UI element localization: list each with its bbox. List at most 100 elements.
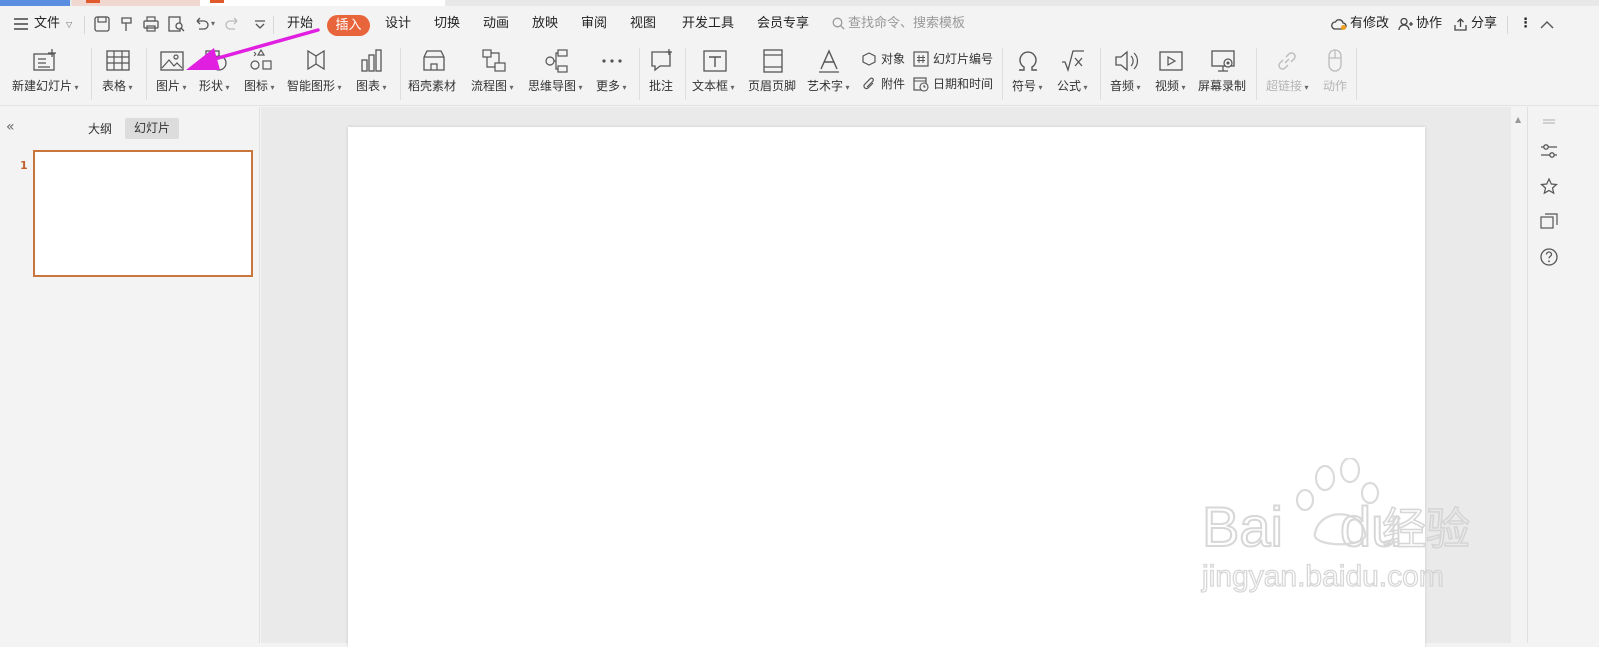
audio-button[interactable]: 音频 ▾: [1106, 42, 1146, 106]
tab-animations[interactable]: 动画: [483, 6, 509, 42]
divider: [84, 16, 85, 34]
tab-member[interactable]: 会员专享: [757, 6, 809, 42]
symbol-label: 符号 ▾: [1012, 79, 1043, 93]
save-icon[interactable]: [93, 15, 111, 33]
user-add-icon: [1398, 17, 1413, 31]
more-label: 更多 ▾: [596, 79, 627, 93]
icon-button[interactable]: 图标 ▾: [240, 42, 280, 106]
help-icon[interactable]: [1539, 247, 1559, 267]
shape-button[interactable]: 形状 ▾: [195, 42, 235, 106]
textbox-icon: [703, 50, 727, 72]
print-icon[interactable]: [142, 15, 160, 33]
divider: [1356, 48, 1357, 100]
formula-icon: [1062, 50, 1084, 73]
datetime-label: 日期和时间: [933, 77, 994, 91]
redo-icon[interactable]: [224, 15, 242, 33]
tab-developer[interactable]: 开发工具: [682, 6, 734, 42]
format-painter-icon[interactable]: [118, 15, 136, 33]
picture-button[interactable]: 图片 ▾: [152, 42, 192, 106]
undo-dropdown-icon[interactable]: ▾: [211, 19, 215, 28]
more-button[interactable]: 更多 ▾: [592, 42, 632, 106]
smartart-button[interactable]: 智能图形 ▾: [285, 42, 345, 106]
divider: [91, 48, 92, 100]
header-footer-icon: [763, 49, 783, 73]
material-button[interactable]: 稻壳素材: [406, 42, 462, 106]
tab-transitions[interactable]: 切换: [434, 6, 460, 42]
undo-icon[interactable]: [192, 15, 210, 33]
wordart-icon: [819, 49, 839, 73]
tab-view[interactable]: 视图: [630, 6, 656, 42]
table-icon: [106, 50, 130, 71]
table-button[interactable]: 表格 ▾: [98, 42, 138, 106]
speaker-icon: [1115, 50, 1138, 72]
slide-transition-icon[interactable]: [1539, 212, 1559, 232]
menu-bar: 文件 ▽ ▾ 开始 插入 设计 切换 动画 放映 审阅 视图 开发工具 会员专享…: [0, 6, 1599, 42]
divider: [685, 48, 686, 100]
vertical-scrollbar[interactable]: ▲: [1511, 107, 1527, 643]
textbox-button[interactable]: 文本框 ▾: [690, 42, 740, 106]
right-sidebar: [1527, 107, 1599, 643]
comment-button[interactable]: 批注: [645, 42, 679, 106]
hash-icon: [913, 51, 929, 67]
picture-icon: [160, 51, 184, 71]
hyperlink-button[interactable]: 超链接 ▾: [1262, 42, 1312, 106]
tab-outline[interactable]: 大纲: [88, 119, 112, 139]
object-label: 对象: [881, 52, 906, 66]
divider: [1100, 48, 1101, 100]
screen-record-icon: [1211, 50, 1235, 72]
mindmap-button[interactable]: 思维导图 ▾: [526, 42, 586, 106]
chart-label: 图表 ▾: [356, 79, 387, 93]
comment-icon: [651, 49, 672, 72]
search-placeholder: 查找命令、搜索模板: [848, 16, 966, 31]
video-label: 视频 ▾: [1155, 79, 1186, 93]
smartart-label: 智能图形 ▾: [287, 79, 342, 93]
tab-design[interactable]: 设计: [385, 6, 411, 42]
scroll-up-icon[interactable]: ▲: [1515, 115, 1521, 124]
more-options-icon[interactable]: ⋮: [1519, 6, 1532, 42]
divider: [146, 48, 147, 100]
link-icon: [1278, 52, 1296, 70]
sidebar-toggle-icon[interactable]: [1539, 113, 1559, 133]
tab-insert[interactable]: 插入: [327, 15, 370, 36]
share-label: 分享: [1471, 16, 1498, 31]
baidu-jingyan-watermark: Bai du 经验 jingyan.baidu.com: [1200, 458, 1471, 594]
icon-label: 图标 ▾: [244, 79, 275, 93]
formula-button[interactable]: 公式 ▾: [1053, 42, 1093, 106]
screen-record-button[interactable]: 屏幕录制: [1196, 42, 1250, 106]
more-dots-icon: [602, 59, 622, 63]
modified-label: 有修改: [1350, 16, 1390, 31]
header-footer-button[interactable]: 页眉页脚: [746, 42, 800, 106]
chevron-down-icon: ▽: [66, 20, 73, 29]
animation-star-icon[interactable]: [1539, 177, 1559, 197]
flowchart-icon: [482, 49, 506, 72]
collaborate-label: 协作: [1416, 16, 1443, 31]
symbol-button[interactable]: 符号 ▾: [1008, 42, 1048, 106]
action-button[interactable]: 动作: [1318, 42, 1352, 106]
tab-home[interactable]: 开始: [287, 6, 313, 42]
tab-slideshow[interactable]: 放映: [532, 6, 558, 42]
icons-library-icon: [250, 48, 272, 70]
hamburger-icon: [14, 18, 28, 30]
new-slide-button[interactable]: 新建幻灯片 ▾: [10, 42, 80, 106]
shape-icon: [205, 50, 227, 71]
collapse-panel-icon[interactable]: «: [6, 119, 15, 135]
video-button[interactable]: 视频 ▾: [1151, 42, 1191, 106]
comment-label: 批注: [649, 79, 674, 93]
flowchart-button[interactable]: 流程图 ▾: [469, 42, 519, 106]
customize-toolbar-icon[interactable]: [251, 15, 269, 33]
tab-slides[interactable]: 幻灯片: [125, 118, 179, 139]
slide-thumbnail[interactable]: [33, 150, 253, 277]
smartart-icon: [307, 49, 325, 71]
divider: [1256, 48, 1257, 100]
properties-icon[interactable]: [1539, 141, 1559, 161]
tab-review[interactable]: 审阅: [581, 6, 607, 42]
print-preview-icon[interactable]: [167, 15, 185, 33]
slide-panel: « 大纲 幻灯片 1: [0, 107, 260, 643]
attachment-label: 附件: [881, 77, 906, 91]
slide-number: 1: [20, 159, 28, 172]
wordart-button[interactable]: 艺术字 ▾: [805, 42, 853, 106]
collapse-ribbon-icon[interactable]: [1538, 17, 1556, 35]
cloud-sync-icon: [1331, 19, 1347, 30]
chart-button[interactable]: 图表 ▾: [352, 42, 392, 106]
object-icon: [862, 52, 876, 66]
